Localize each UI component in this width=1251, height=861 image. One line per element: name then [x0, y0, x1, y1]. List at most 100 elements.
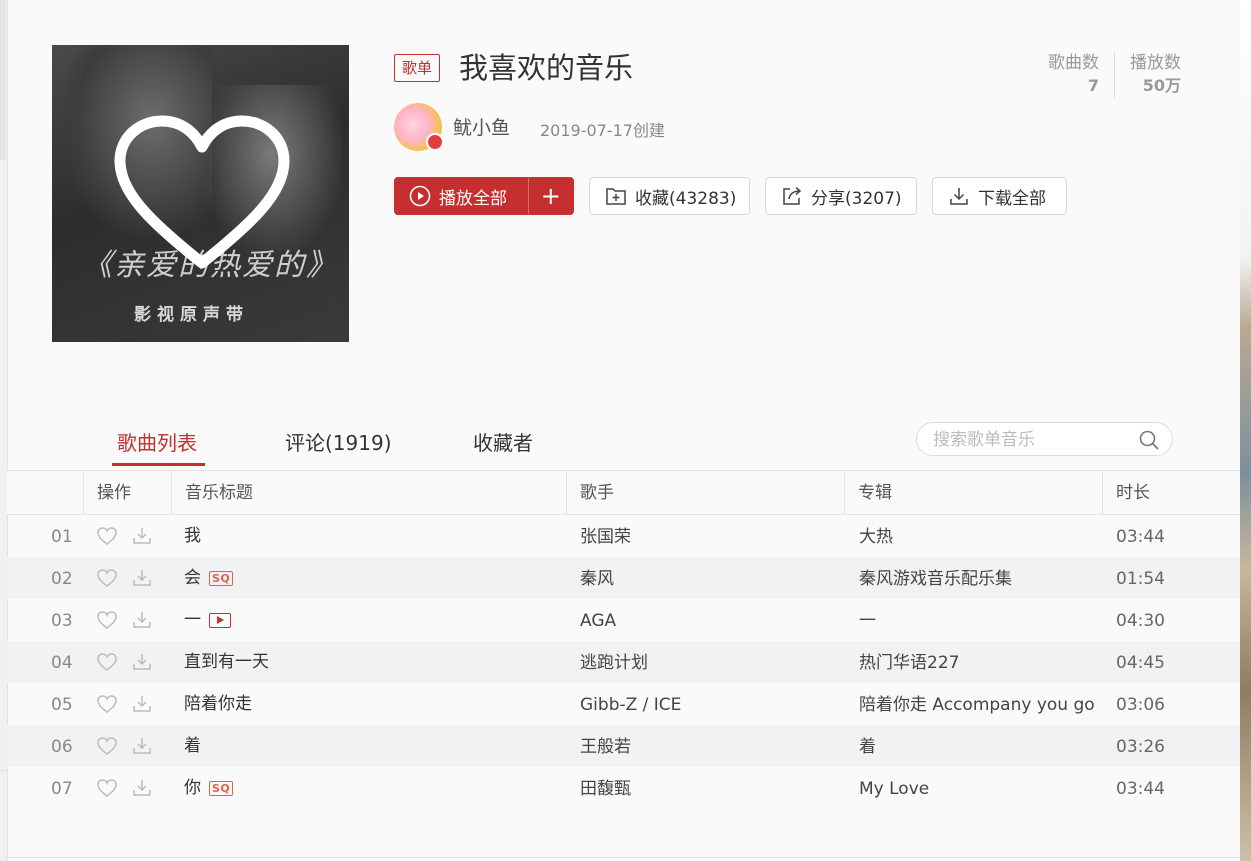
playlist-search[interactable]: [916, 422, 1173, 456]
table-body: 01 我 张国荣 大热 03:44 02 会 SQ 秦风 秦风游戏音乐配乐集 0…: [7, 515, 1240, 809]
share-label: 分享(3207): [811, 188, 902, 209]
song-title-cell: 着: [184, 725, 201, 767]
song-album[interactable]: 陪着你走 Accompany you go: [859, 683, 1095, 727]
favorite-button[interactable]: 收藏(43283): [589, 177, 750, 215]
song-title[interactable]: 会: [184, 556, 201, 600]
table-row[interactable]: 03 一 AGA 一 04:30: [7, 599, 1240, 641]
header-title[interactable]: 音乐标题: [171, 471, 566, 514]
play-all-main[interactable]: 播放全部: [395, 178, 528, 214]
download-icon[interactable]: [132, 526, 152, 546]
row-actions: [96, 767, 152, 809]
heart-icon[interactable]: [96, 652, 118, 672]
song-duration: 01:54: [1116, 569, 1165, 589]
row-actions: [96, 515, 152, 557]
creator-avatar[interactable]: [394, 103, 444, 151]
heart-icon[interactable]: [96, 778, 118, 798]
song-duration: 03:44: [1116, 779, 1165, 799]
track-number: 03: [51, 611, 73, 631]
song-artist[interactable]: 秦风: [580, 557, 614, 601]
song-title-cell: 我: [184, 515, 201, 557]
sq-quality-badge: SQ: [209, 570, 234, 586]
table-row[interactable]: 01 我 张国荣 大热 03:44: [7, 515, 1240, 557]
playlist-tag: 歌单: [394, 54, 441, 82]
cover-subtitle-art: 影视原声带: [134, 305, 249, 325]
table-row[interactable]: 02 会 SQ 秦风 秦风游戏音乐配乐集 01:54: [7, 557, 1240, 599]
song-album[interactable]: 大热: [859, 515, 893, 559]
created-date: 2019-07-17创建: [540, 121, 665, 140]
tab-collectors[interactable]: 收藏者: [473, 425, 533, 461]
heart-icon[interactable]: [96, 736, 118, 756]
header-artist[interactable]: 歌手: [566, 471, 844, 514]
song-title[interactable]: 一: [184, 598, 201, 642]
song-album[interactable]: 热门华语227: [859, 641, 959, 685]
track-number: 01: [51, 527, 73, 547]
tab-song-list[interactable]: 歌曲列表: [117, 425, 197, 461]
song-title-cell: 会 SQ: [184, 556, 234, 600]
power-icon: [426, 133, 444, 151]
heart-icon[interactable]: [96, 694, 118, 714]
song-title[interactable]: 直到有一天: [184, 640, 269, 684]
add-to-queue-button[interactable]: +: [527, 178, 573, 214]
creator-name[interactable]: 鱿小鱼: [453, 113, 510, 140]
heart-icon[interactable]: [96, 568, 118, 588]
mv-play-icon[interactable]: [209, 612, 231, 628]
table-row[interactable]: 04 直到有一天 逃跑计划 热门华语227 04:45: [7, 641, 1240, 683]
table-header: 操作 音乐标题 歌手 专辑 时长: [7, 470, 1240, 515]
song-album[interactable]: 着: [859, 725, 876, 769]
song-artist[interactable]: 张国荣: [580, 515, 631, 559]
download-icon[interactable]: [132, 568, 152, 588]
track-number: 07: [51, 779, 73, 799]
download-all-button[interactable]: 下载全部: [932, 177, 1067, 215]
download-icon[interactable]: [132, 778, 152, 798]
play-all-button[interactable]: 播放全部 +: [394, 177, 574, 215]
song-duration: 03:06: [1116, 695, 1165, 715]
header-actions: 操作: [83, 471, 167, 514]
song-artist[interactable]: AGA: [580, 599, 616, 643]
table-row[interactable]: 07 你 SQ 田馥甄 My Love 03:44: [7, 767, 1240, 809]
song-title-cell: 直到有一天: [184, 641, 269, 683]
song-title[interactable]: 着: [184, 724, 201, 768]
track-number: 04: [51, 653, 73, 673]
search-input[interactable]: [931, 429, 1135, 451]
playlist-stats: 歌曲数 7 播放数 50万: [1033, 52, 1181, 98]
folder-add-icon: [606, 188, 626, 205]
play-circle-icon: [409, 185, 431, 207]
header-duration[interactable]: 时长: [1102, 471, 1240, 514]
download-icon[interactable]: [132, 694, 152, 714]
active-tab-indicator: [112, 463, 205, 466]
download-icon[interactable]: [132, 736, 152, 756]
track-number: 06: [51, 737, 73, 757]
heart-icon[interactable]: [96, 526, 118, 546]
song-title-cell: 陪着你走: [184, 683, 252, 725]
song-duration: 04:45: [1116, 653, 1165, 673]
song-album[interactable]: 一: [859, 599, 876, 643]
song-artist[interactable]: 逃跑计划: [580, 641, 648, 685]
song-album[interactable]: My Love: [859, 767, 929, 811]
song-title[interactable]: 你: [184, 766, 201, 810]
heart-icon[interactable]: [96, 610, 118, 630]
row-actions: [96, 557, 152, 599]
song-title[interactable]: 陪着你走: [184, 682, 252, 726]
playlist-title: 我喜欢的音乐: [459, 51, 634, 85]
table-row[interactable]: 06 着 王般若 着 03:26: [7, 725, 1240, 767]
row-actions: [96, 683, 152, 725]
song-artist[interactable]: 王般若: [580, 725, 631, 769]
song-artist[interactable]: 田馥甄: [580, 767, 631, 811]
track-number: 02: [51, 569, 73, 589]
download-icon[interactable]: [132, 610, 152, 630]
song-title-cell: 一: [184, 599, 231, 641]
song-album[interactable]: 秦风游戏音乐配乐集: [859, 557, 1012, 601]
song-title[interactable]: 我: [184, 514, 201, 558]
tab-comments[interactable]: 评论(1919): [285, 425, 392, 461]
stat-play-count: 播放数 50万: [1114, 52, 1181, 98]
search-icon[interactable]: [1138, 429, 1160, 451]
table-row[interactable]: 05 陪着你走 Gibb-Z / ICE 陪着你走 Accompany you …: [7, 683, 1240, 725]
stat-song-count: 歌曲数 7: [1048, 53, 1099, 95]
song-artist[interactable]: Gibb-Z / ICE: [580, 683, 681, 727]
header-album[interactable]: 专辑: [844, 471, 1102, 514]
row-actions: [96, 641, 152, 683]
playlist-cover[interactable]: 《亲爱的热爱的》 影视原声带: [52, 45, 349, 342]
song-table: 操作 音乐标题 歌手 专辑 时长 01 我 张国荣 大热 03:44 02 会 …: [7, 470, 1240, 809]
share-button[interactable]: 分享(3207): [765, 177, 917, 215]
download-icon[interactable]: [132, 652, 152, 672]
